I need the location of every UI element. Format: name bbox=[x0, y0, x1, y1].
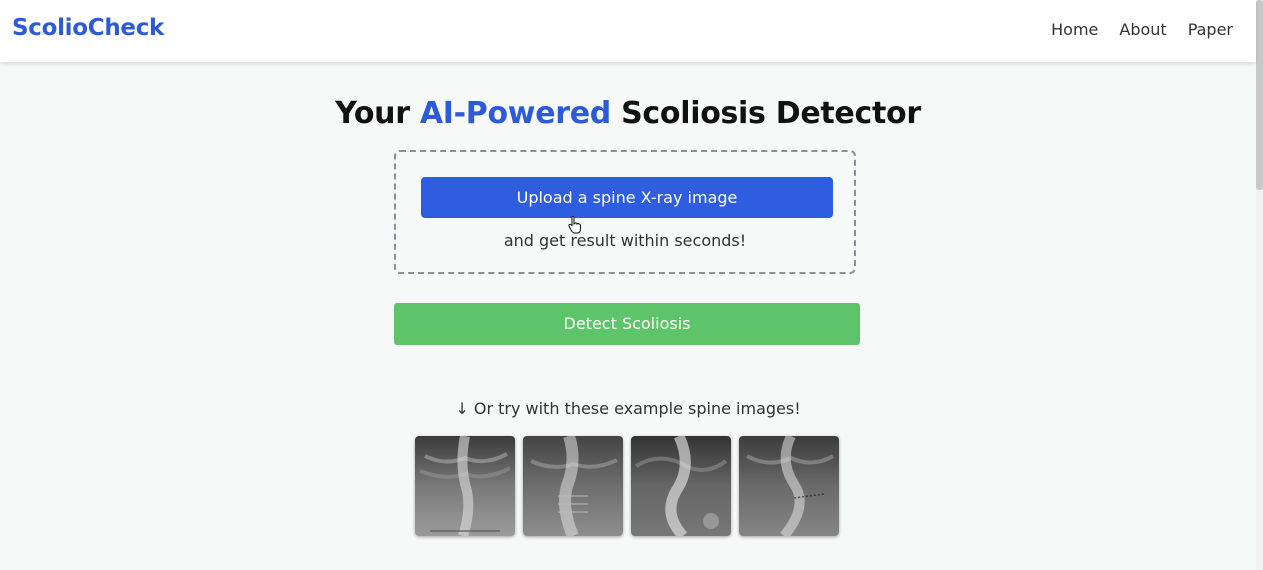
nav-links: Home About Paper bbox=[1051, 20, 1233, 39]
xray-image-3 bbox=[631, 436, 731, 536]
upload-subtitle: and get result within seconds! bbox=[503, 231, 747, 250]
example-xray-4[interactable] bbox=[739, 436, 839, 536]
hand-cursor-icon bbox=[568, 216, 581, 234]
example-xray-2[interactable] bbox=[523, 436, 623, 536]
example-xray-3[interactable] bbox=[631, 436, 731, 536]
upload-dropzone[interactable]: Upload a spine X-ray image and get resul… bbox=[394, 150, 856, 274]
title-prefix: Your bbox=[335, 96, 420, 131]
examples-label: ↓ Or try with these example spine images… bbox=[455, 399, 801, 418]
upload-button[interactable]: Upload a spine X-ray image bbox=[421, 177, 833, 218]
navbar: ScolioCheck Home About Paper bbox=[0, 0, 1256, 62]
title-suffix: Scoliosis Detector bbox=[610, 96, 921, 131]
example-xray-1[interactable] bbox=[415, 436, 515, 536]
xray-image-2 bbox=[523, 436, 623, 536]
xray-image-4 bbox=[739, 436, 839, 536]
nav-link-home[interactable]: Home bbox=[1051, 20, 1098, 39]
page-scrollbar[interactable] bbox=[1256, 0, 1263, 570]
nav-link-paper[interactable]: Paper bbox=[1188, 20, 1233, 39]
brand-logo[interactable]: ScolioCheck bbox=[12, 15, 164, 41]
nav-link-about[interactable]: About bbox=[1119, 20, 1166, 39]
example-images bbox=[415, 436, 839, 536]
detect-scoliosis-button[interactable]: Detect Scoliosis bbox=[394, 303, 860, 345]
scrollbar-thumb[interactable] bbox=[1256, 0, 1263, 190]
title-accent: AI-Powered bbox=[419, 96, 611, 131]
page-title: Your AI-Powered Scoliosis Detector bbox=[0, 96, 1256, 131]
xray-image-1 bbox=[415, 436, 515, 536]
